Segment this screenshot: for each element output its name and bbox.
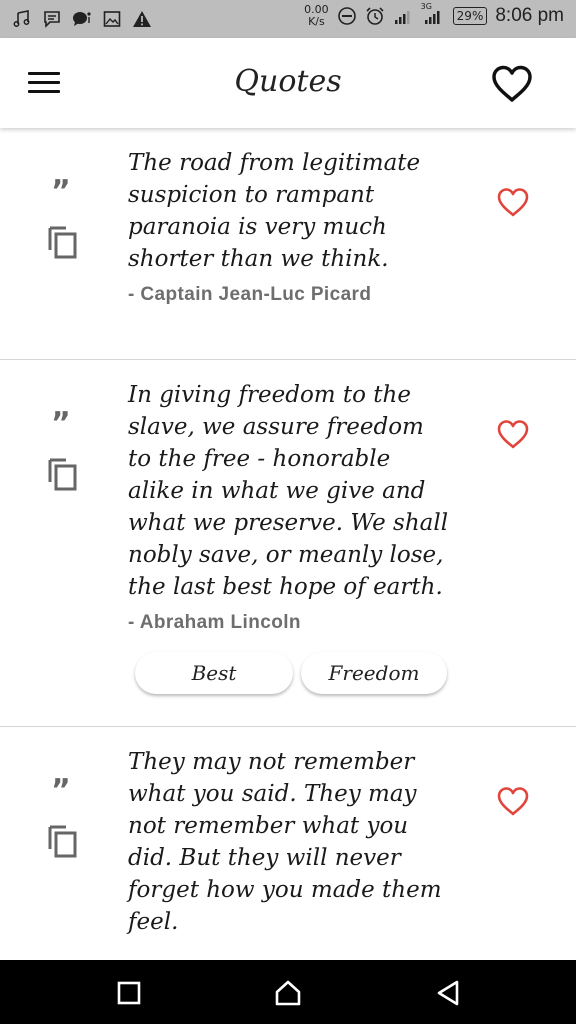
quote-line: nobly save, or meanly lose, [128, 542, 444, 568]
quote-card: ” They may not remember what you said. T… [0, 727, 576, 960]
network-speed: 0.00 K/s [304, 4, 329, 28]
tag-chip-freedom[interactable]: Freedom [301, 652, 447, 694]
notification-icons [12, 9, 152, 29]
quote-line: In giving freedom to the [128, 382, 411, 408]
quote-mark-icon: ” [51, 406, 71, 441]
heart-icon[interactable] [496, 186, 530, 220]
copy-icon[interactable] [46, 224, 80, 260]
quote-line: what you said. They may [128, 781, 417, 807]
clock: 8:06 pm [495, 5, 564, 26]
quote-line: paranoia is very much [128, 214, 387, 240]
quote-card: ” In giving freedom to the slave, we ass… [0, 360, 576, 727]
status-bar: 0.00 K/s 3G 29% 8:06 pm [0, 0, 576, 38]
chat-icon [72, 9, 92, 29]
heart-icon[interactable] [496, 785, 530, 819]
copy-icon[interactable] [46, 823, 80, 859]
app-bar: Quotes [0, 38, 576, 128]
quote-card: ” The road from legitimate suspicion to … [0, 128, 576, 360]
quote-line: the last best hope of earth. [128, 574, 443, 600]
quote-line: feel. [128, 909, 179, 935]
network-speed-unit: K/s [308, 15, 325, 28]
quote-author: - Captain Jean-Luc Picard [128, 284, 372, 305]
quote-line: suspicion to rampant [128, 182, 375, 208]
quote-line: forget how you made them [128, 877, 442, 903]
quote-line: not remember what you [128, 813, 409, 839]
quote-line: what we preserve. We shall [128, 510, 449, 536]
dnd-icon [337, 6, 357, 26]
system-status: 0.00 K/s 3G 29% 8:06 pm [304, 2, 564, 28]
quote-text: They may not remember what you said. The… [128, 746, 458, 938]
copy-icon[interactable] [46, 456, 80, 492]
quote-line: shorter than we think. [128, 246, 389, 272]
image-icon [102, 9, 122, 29]
back-icon[interactable] [433, 978, 463, 1008]
quote-line: to the free - honorable [128, 446, 391, 472]
quote-line: alike in what we give and [128, 478, 426, 504]
quote-list[interactable]: ” The road from legitimate suspicion to … [0, 128, 576, 960]
favorites-button[interactable] [490, 64, 534, 104]
quote-text: The road from legitimate suspicion to ra… [128, 147, 458, 275]
quote-line: The road from legitimate [128, 150, 421, 176]
quote-line: slave, we assure freedom [128, 414, 424, 440]
quote-text: In giving freedom to the slave, we assur… [128, 379, 458, 603]
signal-icon [393, 6, 413, 26]
battery-level: 29% [456, 9, 484, 23]
message-icon [42, 9, 62, 29]
network-type-label: 3G [420, 2, 432, 11]
quote-author: - Abraham Lincoln [128, 612, 301, 633]
alarm-icon [365, 6, 385, 26]
system-nav-bar [0, 960, 576, 1024]
recent-apps-icon[interactable] [114, 978, 144, 1008]
quote-mark-icon: ” [51, 174, 71, 209]
quote-line: They may not remember [128, 749, 415, 775]
tag-chip-best[interactable]: Best [135, 652, 293, 694]
home-icon[interactable] [273, 978, 303, 1008]
warning-icon [132, 9, 152, 29]
quote-mark-icon: ” [51, 773, 71, 808]
heart-icon[interactable] [496, 418, 530, 452]
battery-icon: 29% [452, 7, 488, 25]
signal-3g-icon: 3G [421, 2, 445, 26]
music-note-icon [12, 9, 32, 29]
heart-outline-icon [492, 65, 532, 102]
quote-line: did. But they will never [128, 845, 401, 871]
